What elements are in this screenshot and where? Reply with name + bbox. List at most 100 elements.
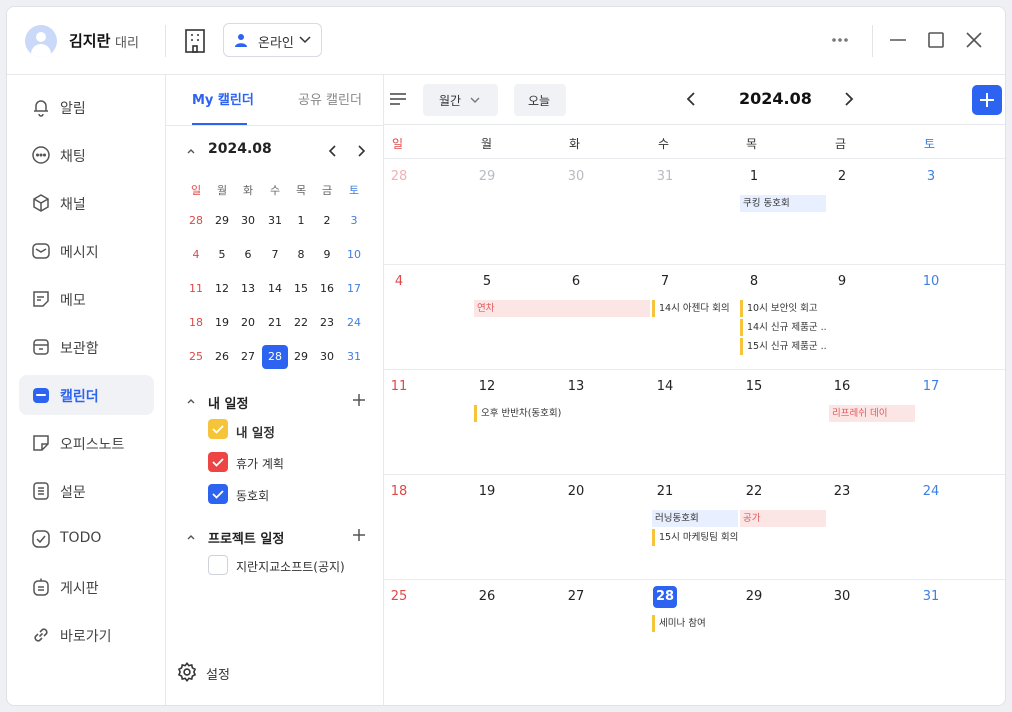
day-cell[interactable]: 27: [564, 586, 588, 608]
day-cell[interactable]: 4: [387, 271, 411, 293]
event-chip[interactable]: 러닝동호회: [652, 510, 738, 527]
plus-icon[interactable]: [352, 393, 366, 407]
mini-day-cell[interactable]: 21: [262, 311, 288, 335]
event-chip[interactable]: 14시 아젠다 회의: [652, 300, 738, 317]
day-cell[interactable]: 13: [564, 376, 588, 398]
day-cell[interactable]: 20: [564, 481, 588, 503]
mini-day-cell[interactable]: 6: [235, 243, 261, 267]
event-chip[interactable]: 공가: [740, 510, 826, 527]
status-dropdown[interactable]: 온라인: [223, 23, 322, 57]
day-cell[interactable]: 16: [830, 376, 854, 398]
maximize-icon[interactable]: [925, 29, 947, 51]
menu-icon[interactable]: [389, 91, 407, 107]
mini-day-cell[interactable]: 9: [314, 243, 340, 267]
mini-day-cell[interactable]: 16: [314, 277, 340, 301]
day-cell[interactable]: 29: [742, 586, 766, 608]
day-cell[interactable]: 30: [830, 586, 854, 608]
day-cell[interactable]: 3: [919, 166, 943, 188]
day-cell[interactable]: 21: [653, 481, 677, 503]
event-chip[interactable]: 오후 반반차(동호회): [474, 405, 564, 422]
tab-my-calendar[interactable]: My 캘린더: [192, 89, 254, 108]
building-icon[interactable]: [183, 28, 207, 54]
mini-day-cell[interactable]: 11: [183, 277, 209, 301]
event-chip[interactable]: 세미나 참여: [652, 615, 738, 632]
event-chip[interactable]: 쿠킹 동호회: [740, 195, 826, 212]
day-cell[interactable]: 30: [564, 166, 588, 188]
day-cell[interactable]: 31: [919, 586, 943, 608]
day-cell[interactable]: 7: [653, 271, 677, 293]
tab-shared-calendar[interactable]: 공유 캘린더: [298, 89, 362, 108]
day-cell[interactable]: 26: [475, 586, 499, 608]
mini-day-cell[interactable]: 24: [341, 311, 367, 335]
mini-day-cell[interactable]: 15: [288, 277, 314, 301]
event-chip[interactable]: 14시 신규 제품군 ...: [740, 319, 826, 336]
checkbox-club[interactable]: [208, 484, 228, 504]
day-cell[interactable]: 22: [742, 481, 766, 503]
checkbox-my-schedule[interactable]: [208, 419, 228, 439]
mini-day-cell[interactable]: 2: [314, 209, 340, 233]
sidebar-item-channel[interactable]: 채널: [19, 183, 154, 223]
day-cell[interactable]: 24: [919, 481, 943, 503]
day-cell[interactable]: 12: [475, 376, 499, 398]
add-event-button[interactable]: [972, 85, 1002, 115]
day-cell[interactable]: 31: [653, 166, 677, 188]
mini-day-cell[interactable]: 13: [235, 277, 261, 301]
event-chip[interactable]: 연차: [474, 300, 650, 317]
day-cell[interactable]: 1: [742, 166, 766, 188]
checkbox-project-notice[interactable]: [208, 555, 228, 575]
day-cell[interactable]: 19: [475, 481, 499, 503]
day-cell[interactable]: 23: [830, 481, 854, 503]
mini-day-cell[interactable]: 28: [262, 345, 288, 369]
chevron-up-icon[interactable]: [184, 394, 198, 408]
sidebar-item-alerts[interactable]: 알림: [19, 87, 154, 127]
mini-day-cell[interactable]: 26: [209, 345, 235, 369]
day-cell[interactable]: 11: [387, 376, 411, 398]
today-button[interactable]: 오늘: [514, 84, 566, 116]
chevron-up-icon[interactable]: [184, 144, 198, 158]
day-cell[interactable]: 5: [475, 271, 499, 293]
mini-day-cell[interactable]: 14: [262, 277, 288, 301]
sidebar-item-calendar[interactable]: 캘린더: [19, 375, 154, 415]
mini-day-cell[interactable]: 31: [262, 209, 288, 233]
sidebar-item-memo[interactable]: 메모: [19, 279, 154, 319]
mini-day-cell[interactable]: 30: [314, 345, 340, 369]
day-cell[interactable]: 28: [387, 166, 411, 188]
sidebar-item-survey[interactable]: 설문: [19, 471, 154, 511]
mini-day-cell[interactable]: 12: [209, 277, 235, 301]
mini-day-cell[interactable]: 22: [288, 311, 314, 335]
event-chip[interactable]: 리프레쉬 데이: [829, 405, 915, 422]
mini-day-cell[interactable]: 31: [341, 345, 367, 369]
sidebar-item-shortcut[interactable]: 바로가기: [19, 615, 154, 655]
mini-day-cell[interactable]: 28: [183, 209, 209, 233]
sidebar-item-board[interactable]: 게시판: [19, 567, 154, 607]
mini-day-cell[interactable]: 19: [209, 311, 235, 335]
sidebar-item-message[interactable]: 메시지: [19, 231, 154, 271]
minimize-icon[interactable]: [887, 29, 909, 51]
checkbox-vacation[interactable]: [208, 452, 228, 472]
day-cell[interactable]: 28: [653, 586, 677, 608]
mini-day-cell[interactable]: 23: [314, 311, 340, 335]
mini-day-cell[interactable]: 10: [341, 243, 367, 267]
day-cell[interactable]: 6: [564, 271, 588, 293]
day-cell[interactable]: 14: [653, 376, 677, 398]
mini-day-cell[interactable]: 4: [183, 243, 209, 267]
sidebar-item-todo[interactable]: TODO: [19, 519, 154, 559]
day-cell[interactable]: 29: [475, 166, 499, 188]
mini-day-cell[interactable]: 5: [209, 243, 235, 267]
day-cell[interactable]: 18: [387, 481, 411, 503]
prev-month-icon[interactable]: [684, 91, 700, 107]
day-cell[interactable]: 9: [830, 271, 854, 293]
more-icon[interactable]: [829, 29, 851, 51]
mini-day-cell[interactable]: 18: [183, 311, 209, 335]
mini-day-cell[interactable]: 3: [341, 209, 367, 233]
plus-icon[interactable]: [352, 528, 366, 542]
day-cell[interactable]: 8: [742, 271, 766, 293]
mini-day-cell[interactable]: 8: [288, 243, 314, 267]
mini-day-cell[interactable]: 29: [209, 209, 235, 233]
mini-day-cell[interactable]: 20: [235, 311, 261, 335]
sidebar-item-chat[interactable]: 채팅: [19, 135, 154, 175]
day-cell[interactable]: 2: [830, 166, 854, 188]
sidebar-item-officenote[interactable]: 오피스노트: [19, 423, 154, 463]
sidebar-item-archive[interactable]: 보관함: [19, 327, 154, 367]
mini-day-cell[interactable]: 7: [262, 243, 288, 267]
